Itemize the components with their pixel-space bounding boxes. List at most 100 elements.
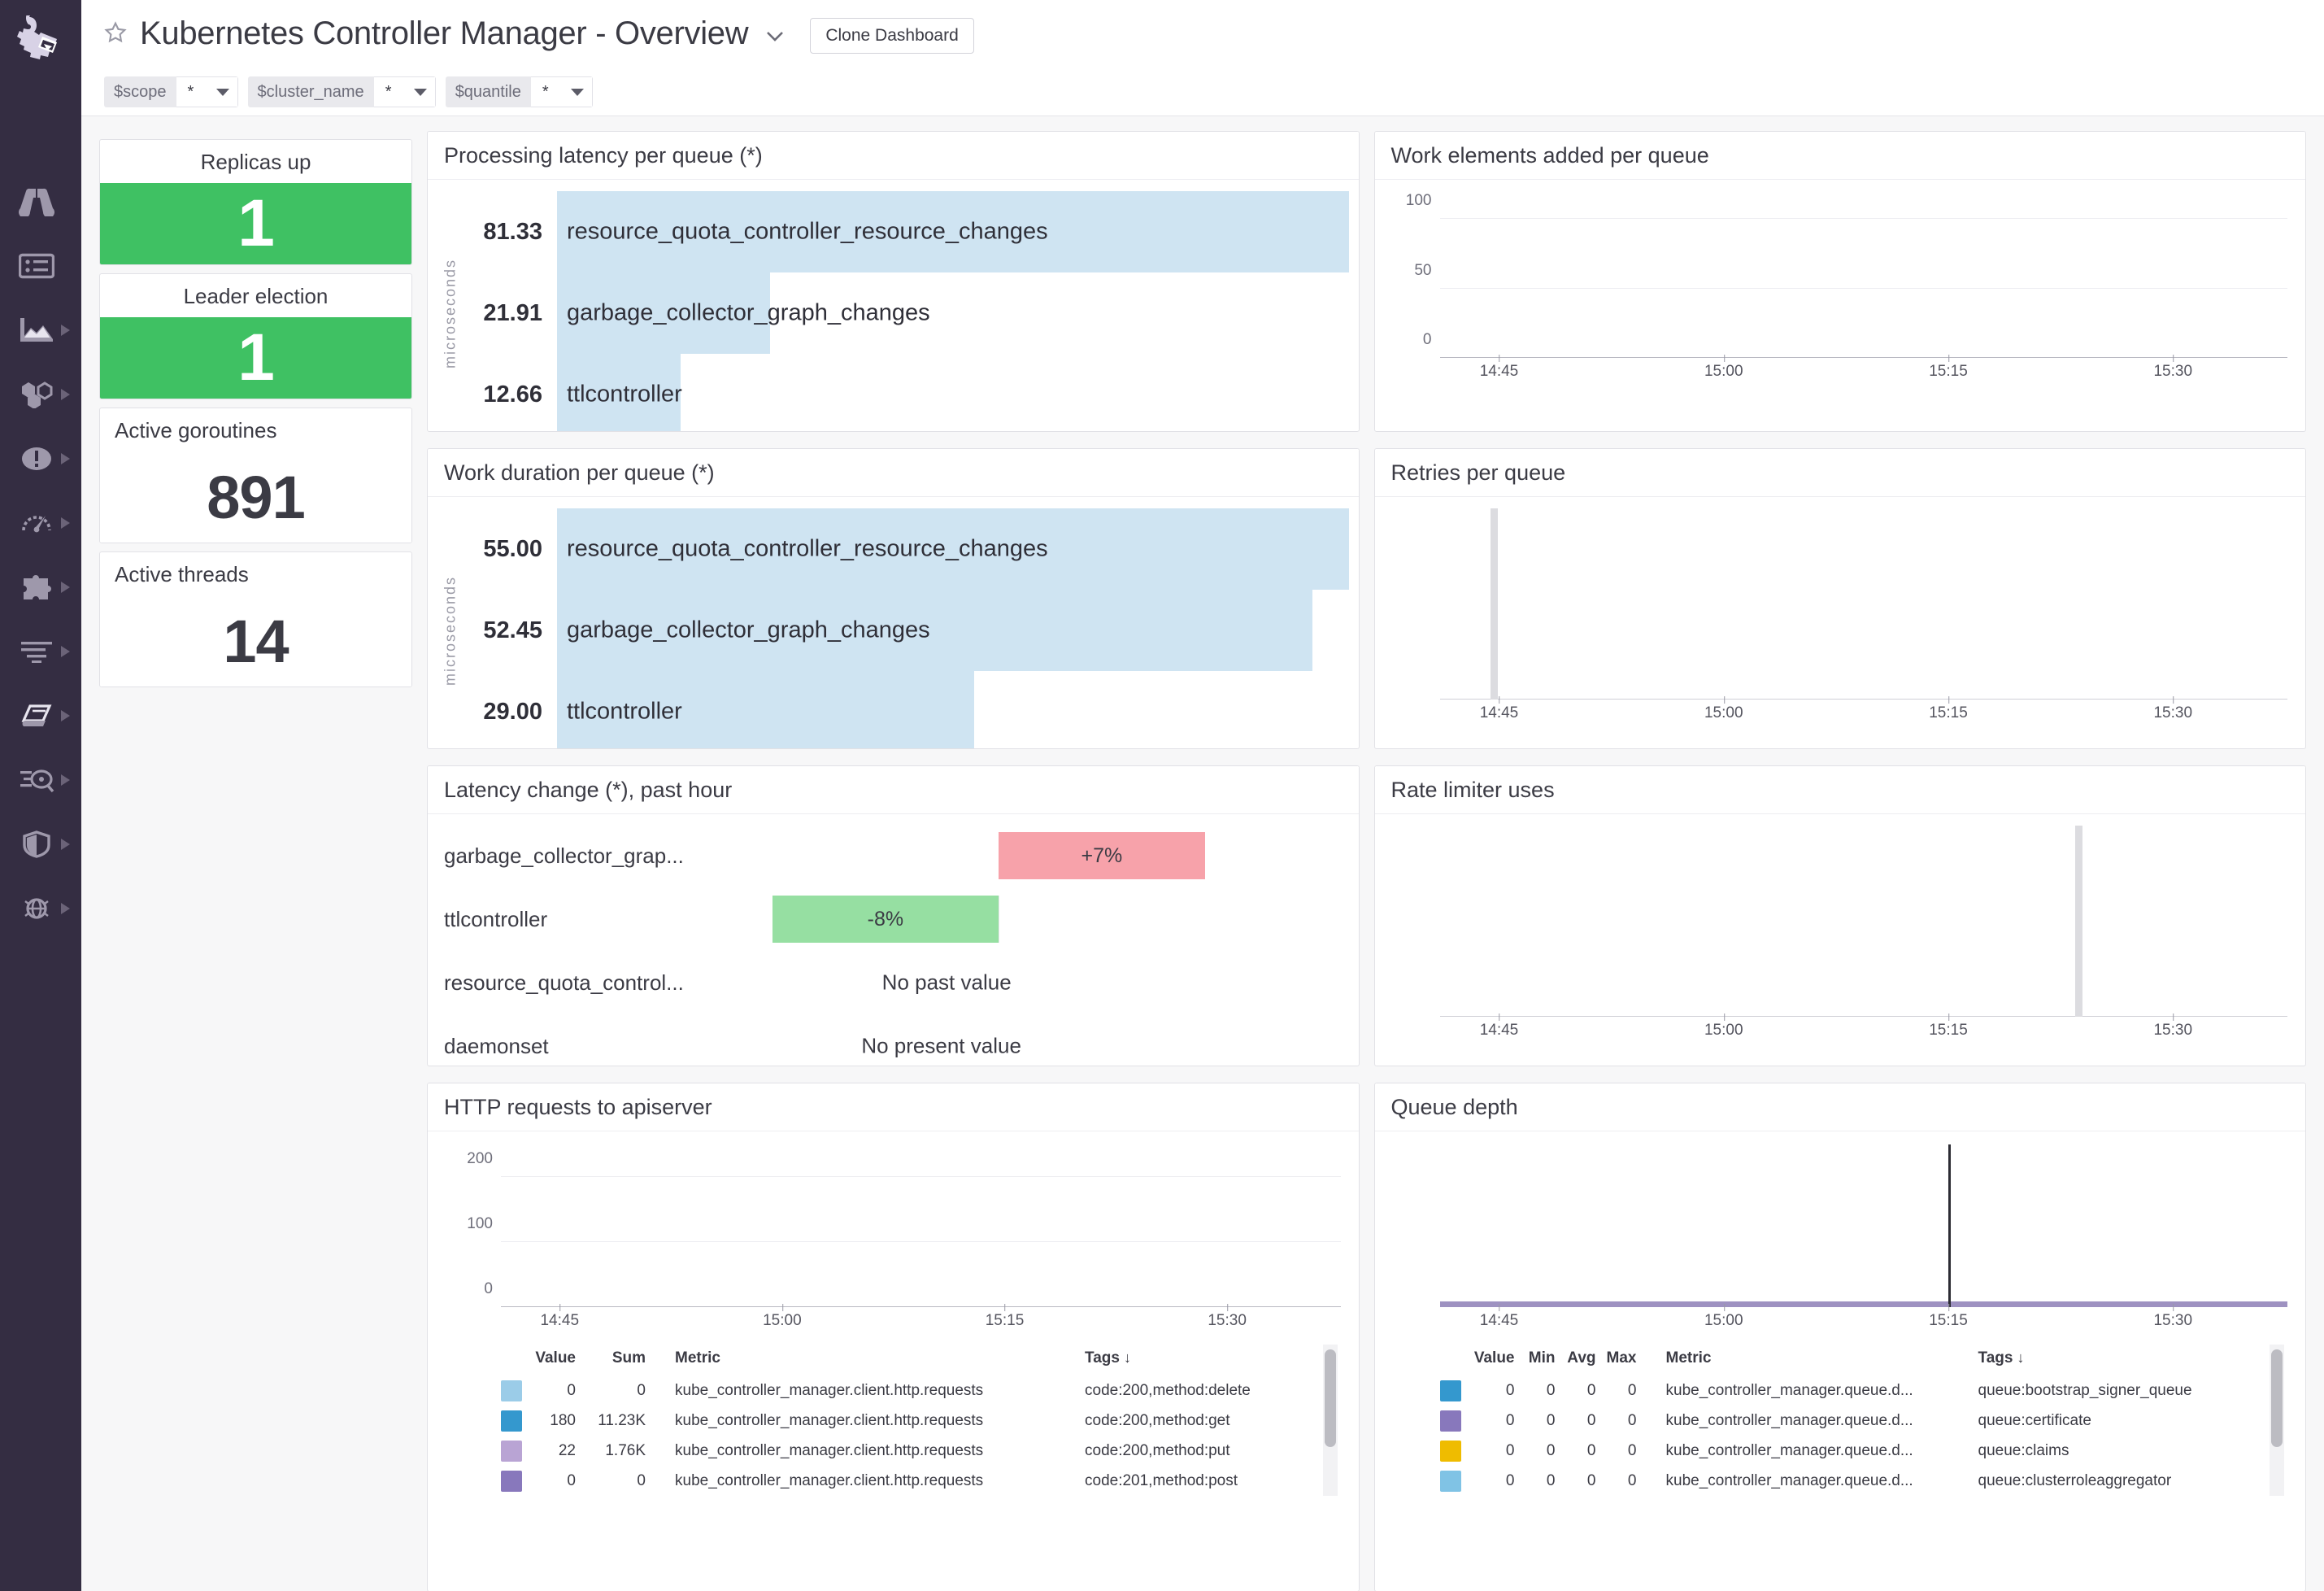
- cell-tags: code:200,method:get: [1085, 1411, 1230, 1429]
- panel-column-left: Processing latency per queue (*) microse…: [427, 131, 1360, 1591]
- col-min: Min: [1528, 1349, 1556, 1367]
- chevron-down-icon[interactable]: [763, 28, 787, 48]
- speedometer-icon: [18, 504, 55, 542]
- change-row[interactable]: daemonset No present value: [444, 1014, 1343, 1066]
- toplist-row[interactable]: 55.00 resource_quota_controller_resource…: [463, 508, 1349, 590]
- y-axis-tick: 100: [467, 1215, 493, 1232]
- rate-limiter-chart[interactable]: 14:45 15:00 15:15 15:30: [1439, 826, 2287, 1054]
- sidebar-item-watchdog[interactable]: [0, 169, 81, 233]
- legend-row[interactable]: 0 0 kube_controller_manager.client.http.…: [501, 1466, 1341, 1496]
- toplist-label: resource_quota_controller_resource_chang…: [567, 218, 1048, 245]
- retries-chart[interactable]: 14:45 15:00 15:15 15:30: [1439, 508, 2287, 737]
- sidebar-item-dashboards[interactable]: [0, 298, 81, 362]
- stat-card-active-goroutines[interactable]: Active goroutines 891: [99, 408, 412, 543]
- change-value: -8%: [772, 896, 999, 943]
- log-lines-icon: [18, 633, 55, 670]
- col-tags: Tags ↓: [1978, 1349, 2025, 1367]
- cell-sum: 0: [637, 1381, 646, 1399]
- series-color-swatch: [501, 1410, 522, 1432]
- template-variable-scope[interactable]: $scope *: [104, 76, 238, 107]
- sidebar-item-notebooks[interactable]: [0, 683, 81, 748]
- panel-retries[interactable]: Retries per queue 14:45 15:00 15:15 15:30: [1373, 448, 2306, 749]
- cell-metric: kube_controller_manager.client.http.requ…: [675, 1381, 984, 1399]
- variable-name: $scope: [104, 76, 176, 107]
- panel-title: Work elements added per queue: [1374, 132, 2305, 180]
- change-row[interactable]: resource_quota_control... No past value: [444, 951, 1343, 1014]
- legend-scrollbar-thumb[interactable]: [1324, 1349, 1336, 1447]
- sidebar-item-logs[interactable]: [0, 619, 81, 683]
- panel-queue-depth[interactable]: Queue depth 14:45 15:00 15:15 15:30 Valu…: [1373, 1083, 2306, 1591]
- sidebar-item-monitors[interactable]: [0, 426, 81, 490]
- toplist-label: resource_quota_controller_resource_chang…: [567, 535, 1048, 562]
- template-variable-cluster-name[interactable]: $cluster_name *: [247, 76, 436, 107]
- x-axis-tick: 15:00: [1704, 696, 1743, 721]
- panel-http-requests[interactable]: HTTP requests to apiserver 0 100 200 14:45…: [427, 1083, 1360, 1591]
- sidebar-item-apm[interactable]: [0, 490, 81, 555]
- cell-avg: 0: [1586, 1441, 1596, 1459]
- sidebar-item-events[interactable]: [0, 233, 81, 298]
- legend-row[interactable]: 180 11.23K kube_controller_manager.clien…: [501, 1406, 1341, 1436]
- toplist-row[interactable]: 81.33 resource_quota_controller_resource…: [463, 191, 1349, 272]
- toplist-row[interactable]: 29.00 ttlcontroller: [463, 671, 1349, 748]
- queue-depth-chart[interactable]: 14:45 15:00 15:15 15:30: [1439, 1144, 2287, 1345]
- sidebar-item-integrations[interactable]: [0, 555, 81, 619]
- sidebar-item-security[interactable]: [0, 812, 81, 876]
- legend-row[interactable]: 0 0 0 0 kube_controller_manager.queue.d.…: [1439, 1375, 2288, 1406]
- work-elements-chart[interactable]: 0 50 100 14:45 15:00 15:15 15:30: [1406, 191, 2287, 395]
- series-color-swatch: [1439, 1440, 1461, 1462]
- http-requests-chart[interactable]: 0 100 200 14:45 15:00 15:15 15:30: [467, 1144, 1341, 1345]
- panel-work-duration[interactable]: Work duration per queue (*) microseconds…: [427, 448, 1360, 749]
- variable-value-select[interactable]: *: [176, 76, 238, 107]
- sidebar-item-infrastructure[interactable]: [0, 362, 81, 426]
- change-value: +7%: [999, 832, 1205, 879]
- x-axis-tick: 14:45: [1479, 1013, 1519, 1039]
- spike-bar[interactable]: [1491, 508, 1499, 700]
- panel-work-elements[interactable]: Work elements added per queue 0 50 100 14:…: [1373, 131, 2306, 432]
- cell-value: 0: [1505, 1381, 1515, 1399]
- cell-sum: 11.23K: [598, 1411, 646, 1429]
- panel-latency-change[interactable]: Latency change (*), past hour garbage_co…: [427, 765, 1360, 1066]
- datadog-logo[interactable]: [0, 0, 81, 81]
- cell-avg: 0: [1586, 1381, 1596, 1399]
- x-axis-tick: 14:45: [1479, 355, 1519, 380]
- cell-tags: code:201,method:post: [1085, 1471, 1238, 1489]
- legend-row[interactable]: 22 1.76K kube_controller_manager.client.…: [501, 1436, 1341, 1466]
- panel-title: Latency change (*), past hour: [428, 766, 1359, 814]
- sidebar-item-synthetics[interactable]: [0, 748, 81, 812]
- col-value: Value: [535, 1349, 576, 1367]
- x-axis-tick: 15:15: [1929, 355, 1968, 380]
- stat-card-leader-election[interactable]: Leader election 1: [99, 273, 412, 399]
- legend-scrollbar-thumb[interactable]: [2271, 1349, 2283, 1447]
- variable-value-select[interactable]: *: [373, 76, 436, 107]
- legend-row[interactable]: 0 0 0 0 kube_controller_manager.queue.d.…: [1439, 1436, 2288, 1466]
- toplist-body: microseconds 55.00 resource_quota_contro…: [428, 497, 1359, 748]
- toplist-row[interactable]: 52.45 garbage_collector_graph_changes: [463, 590, 1349, 671]
- toplist-row[interactable]: 12.66 ttlcontroller: [463, 354, 1349, 431]
- variable-value-select[interactable]: *: [530, 76, 593, 107]
- stat-card-replicas-up[interactable]: Replicas up 1: [99, 139, 412, 265]
- panel-rate-limiter[interactable]: Rate limiter uses 14:45 15:00 15:15 15:30: [1373, 765, 2306, 1066]
- x-axis-tick: 15:30: [2153, 1304, 2193, 1329]
- change-row[interactable]: garbage_collector_grap... +7%: [444, 824, 1343, 887]
- legend-row[interactable]: 0 0 0 0 kube_controller_manager.queue.d.…: [1439, 1406, 2288, 1436]
- panel-title: Work duration per queue (*): [428, 449, 1359, 497]
- series-color-swatch: [1439, 1470, 1461, 1492]
- legend-table-http: Value Sum Metric Tags ↓ 0 0 kube_control…: [501, 1345, 1341, 1496]
- panel-processing-latency[interactable]: Processing latency per queue (*) microse…: [427, 131, 1360, 432]
- change-row[interactable]: ttlcontroller -8%: [444, 887, 1343, 951]
- clone-dashboard-button[interactable]: Clone Dashboard: [810, 18, 974, 54]
- spike-bar[interactable]: [1948, 1144, 1951, 1307]
- legend-row[interactable]: 0 0 kube_controller_manager.client.http.…: [501, 1375, 1341, 1406]
- template-variable-quantile[interactable]: $quantile *: [445, 76, 593, 107]
- sort-desc-icon: ↓: [2013, 1349, 2025, 1366]
- series-color-swatch: [1439, 1380, 1461, 1401]
- spike-bar[interactable]: [2075, 826, 2083, 1017]
- change-label: resource_quota_control...: [444, 970, 684, 995]
- toplist-row[interactable]: 21.91 garbage_collector_graph_changes: [463, 272, 1349, 354]
- stat-card-active-threads[interactable]: Active threads 14: [99, 551, 412, 687]
- cell-min: 0: [1546, 1381, 1556, 1399]
- legend-row[interactable]: 0 0 0 0 kube_controller_manager.queue.d.…: [1439, 1466, 2288, 1496]
- cell-tags: queue:clusterroleaggregator: [1978, 1471, 2172, 1489]
- sidebar-item-network[interactable]: [0, 876, 81, 940]
- star-outline-icon[interactable]: [102, 20, 128, 50]
